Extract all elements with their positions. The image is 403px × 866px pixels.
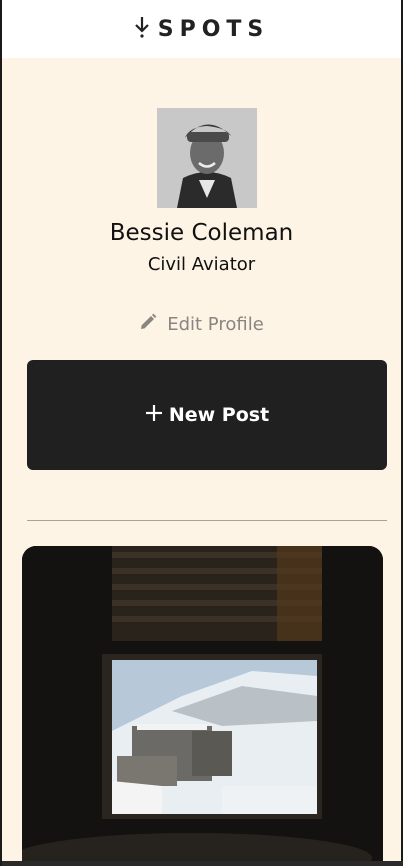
pencil-icon (139, 313, 157, 336)
edit-profile-button[interactable]: Edit Profile (2, 313, 401, 336)
profile-title: Civil Aviator (147, 254, 256, 275)
plus-icon (145, 404, 163, 427)
avatar (157, 108, 257, 208)
bottom-scroll-edge (2, 861, 403, 866)
edit-profile-label: Edit Profile (167, 314, 264, 335)
profile-name: Bessie Coleman (109, 220, 294, 246)
new-post-button[interactable]: New Post (27, 360, 387, 470)
post-card[interactable] (22, 546, 383, 866)
logo[interactable]: SPOTS (134, 16, 270, 42)
divider (27, 520, 387, 521)
logo-text: SPOTS (157, 16, 270, 42)
new-post-label: New Post (168, 404, 270, 426)
logo-icon (134, 16, 150, 42)
app-header: SPOTS (2, 0, 401, 58)
post-image (22, 546, 383, 866)
